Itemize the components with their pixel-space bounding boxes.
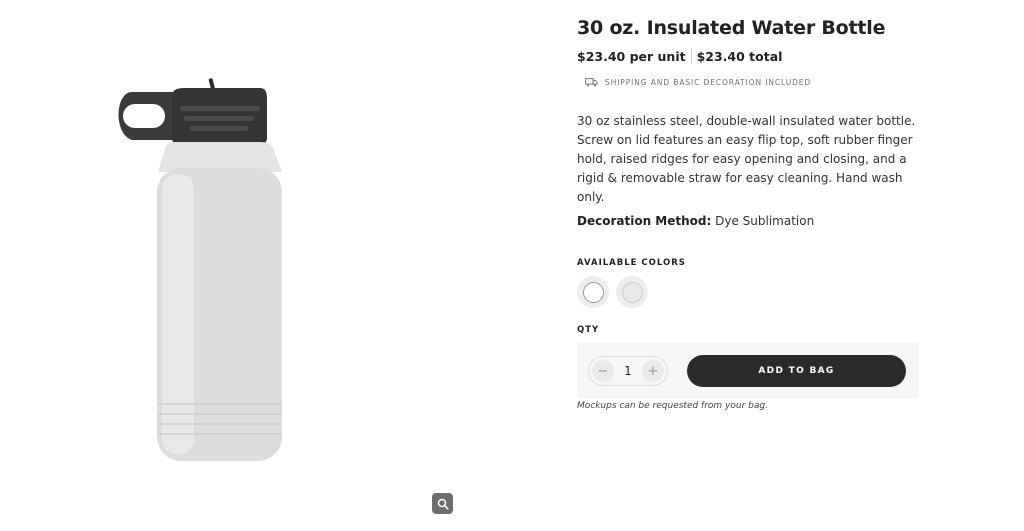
decoration-method: Decoration Method: Dye Sublimation: [577, 214, 814, 228]
color-swatch-grey[interactable]: [616, 276, 648, 308]
shipping-note: SHIPPING AND BASIC DECORATION INCLUDED: [585, 78, 811, 87]
magnifier-icon: [437, 498, 449, 510]
swatch-dot-grey: [621, 281, 643, 303]
decrease-qty-button[interactable]: −: [592, 360, 614, 382]
quantity-input[interactable]: [616, 364, 640, 378]
mockup-note: Mockups can be requested from your bag.: [577, 401, 768, 411]
available-colors-label: AVAILABLE COLORS: [577, 258, 686, 268]
price-row: $23.40 per unit $23.40 total: [577, 48, 782, 64]
truck-icon: [585, 78, 598, 87]
decoration-value: Dye Sublimation: [715, 214, 815, 228]
price-divider: [690, 48, 692, 64]
qty-label: QTY: [577, 325, 600, 335]
unit-price: $23.40 per unit: [577, 48, 686, 64]
quantity-stepper: − +: [588, 356, 668, 386]
product-gallery: [0, 0, 560, 531]
buy-panel: − + ADD TO BAG: [577, 343, 919, 399]
add-to-bag-button[interactable]: ADD TO BAG: [687, 355, 906, 387]
product-title: 30 oz. Insulated Water Bottle: [577, 17, 886, 39]
product-description: 30 oz stainless steel, double-wall insul…: [577, 114, 916, 204]
shipping-text: SHIPPING AND BASIC DECORATION INCLUDED: [605, 78, 812, 87]
swatch-dot-white: [582, 281, 604, 303]
increase-qty-button[interactable]: +: [642, 360, 664, 382]
total-price: $23.40 total: [696, 48, 783, 64]
decoration-label: Decoration Method:: [577, 214, 712, 228]
color-swatches: [577, 276, 648, 308]
zoom-button[interactable]: [432, 493, 453, 514]
product-image: [118, 78, 282, 461]
color-swatch-white[interactable]: [577, 276, 609, 308]
